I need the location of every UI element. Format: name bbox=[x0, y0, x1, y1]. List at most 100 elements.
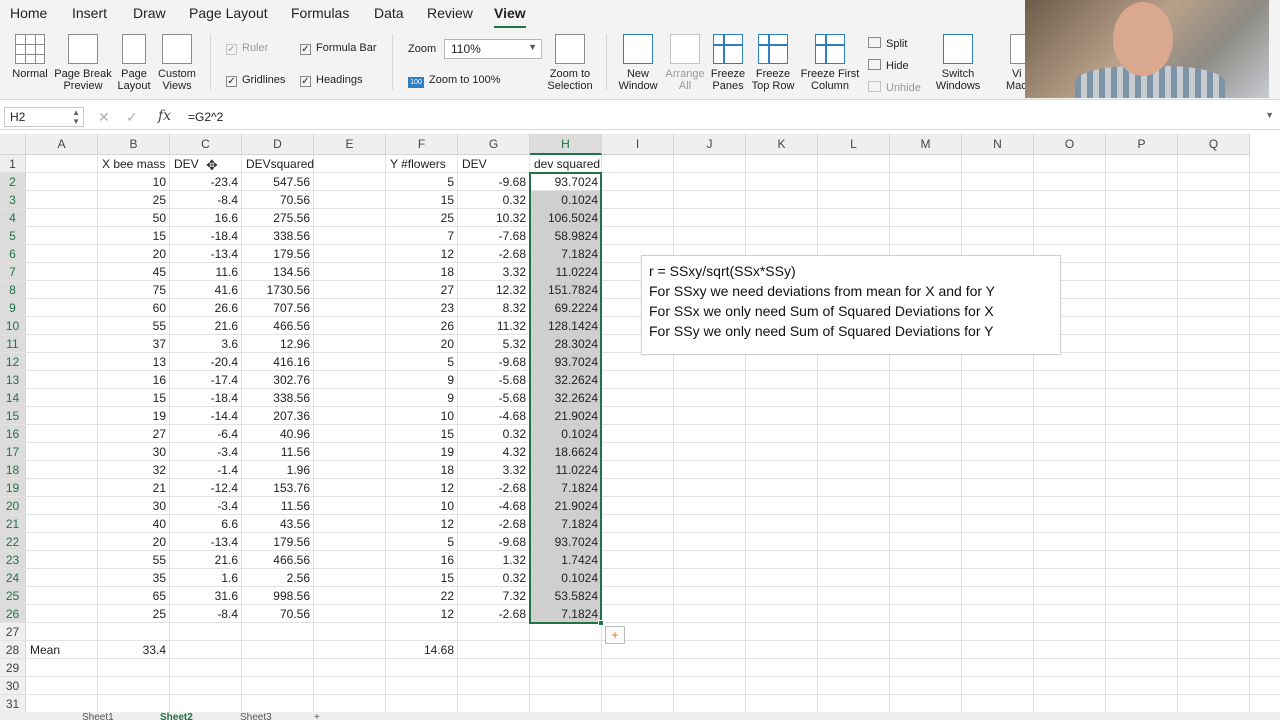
cell-d22[interactable]: 179.56 bbox=[242, 533, 314, 551]
hide-button[interactable]: Hide bbox=[868, 59, 909, 72]
row-header-11[interactable]: 11 bbox=[0, 335, 26, 353]
column-header-c[interactable]: C bbox=[170, 134, 242, 155]
cell-b19[interactable]: 21 bbox=[98, 479, 170, 497]
row-header-2[interactable]: 2 bbox=[0, 173, 26, 191]
column-header-h[interactable]: H bbox=[530, 134, 602, 155]
header-cell-f[interactable]: Y #flowers bbox=[386, 155, 458, 173]
cell-f17[interactable]: 19 bbox=[386, 443, 458, 461]
freeze-panes-button[interactable]: Freeze Panes bbox=[708, 34, 748, 92]
headings-checkbox[interactable]: ✓ Headings bbox=[300, 74, 362, 87]
cell-g26[interactable]: -2.68 bbox=[458, 605, 530, 623]
header-cell-d[interactable]: DEVsquared bbox=[242, 155, 314, 173]
custom-views-button[interactable]: Custom Views bbox=[156, 34, 198, 92]
cell-d11[interactable]: 12.96 bbox=[242, 335, 314, 353]
cell-c25[interactable]: 31.6 bbox=[170, 587, 242, 605]
cell-c17[interactable]: -3.4 bbox=[170, 443, 242, 461]
cell-b21[interactable]: 40 bbox=[98, 515, 170, 533]
cell-f3[interactable]: 15 bbox=[386, 191, 458, 209]
row-header-5[interactable]: 5 bbox=[0, 227, 26, 245]
row-header-7[interactable]: 7 bbox=[0, 263, 26, 281]
cell-g4[interactable]: 10.32 bbox=[458, 209, 530, 227]
cell-b11[interactable]: 37 bbox=[98, 335, 170, 353]
zoom-100-button[interactable]: 100 Zoom to 100% bbox=[408, 74, 501, 88]
cell-g6[interactable]: -2.68 bbox=[458, 245, 530, 263]
cell-d17[interactable]: 11.56 bbox=[242, 443, 314, 461]
cell-d21[interactable]: 43.56 bbox=[242, 515, 314, 533]
cell-g18[interactable]: 3.32 bbox=[458, 461, 530, 479]
macros-button[interactable]: Vi Mac bbox=[1000, 34, 1026, 92]
cell-d20[interactable]: 11.56 bbox=[242, 497, 314, 515]
fill-handle[interactable] bbox=[598, 620, 604, 626]
cell-c20[interactable]: -3.4 bbox=[170, 497, 242, 515]
cell-c23[interactable]: 21.6 bbox=[170, 551, 242, 569]
cell-g5[interactable]: -7.68 bbox=[458, 227, 530, 245]
cancel-icon[interactable]: ✕ bbox=[98, 109, 110, 126]
column-header-g[interactable]: G bbox=[458, 134, 530, 155]
cell-g9[interactable]: 8.32 bbox=[458, 299, 530, 317]
cell-b25[interactable]: 65 bbox=[98, 587, 170, 605]
normal-view-button[interactable]: Normal bbox=[8, 34, 52, 80]
cell-f9[interactable]: 23 bbox=[386, 299, 458, 317]
row-header-10[interactable]: 10 bbox=[0, 317, 26, 335]
freeze-top-row-button[interactable]: Freeze Top Row bbox=[750, 34, 796, 92]
cell-d3[interactable]: 70.56 bbox=[242, 191, 314, 209]
column-header-b[interactable]: B bbox=[98, 134, 170, 155]
cell-c16[interactable]: -6.4 bbox=[170, 425, 242, 443]
sheet-tab-sheet1[interactable]: Sheet1 bbox=[82, 713, 114, 723]
cell-g10[interactable]: 11.32 bbox=[458, 317, 530, 335]
tab-page-layout[interactable]: Page Layout bbox=[189, 5, 268, 21]
row-header-16[interactable]: 16 bbox=[0, 425, 26, 443]
column-header-e[interactable]: E bbox=[314, 134, 386, 155]
cell-c13[interactable]: -17.4 bbox=[170, 371, 242, 389]
cell-f7[interactable]: 18 bbox=[386, 263, 458, 281]
cell-b15[interactable]: 19 bbox=[98, 407, 170, 425]
column-header-l[interactable]: L bbox=[818, 134, 890, 155]
cell-d23[interactable]: 466.56 bbox=[242, 551, 314, 569]
formula-bar-checkbox[interactable]: ✓ Formula Bar bbox=[300, 42, 377, 55]
cell-c15[interactable]: -14.4 bbox=[170, 407, 242, 425]
split-button[interactable]: Split bbox=[868, 37, 907, 50]
cell-d6[interactable]: 179.56 bbox=[242, 245, 314, 263]
cell-c18[interactable]: -1.4 bbox=[170, 461, 242, 479]
cell-f23[interactable]: 16 bbox=[386, 551, 458, 569]
sheet-tab-sheet2[interactable]: Sheet2 bbox=[160, 713, 193, 723]
name-box[interactable]: H2 ▲ ▼ bbox=[4, 107, 84, 127]
cell-b24[interactable]: 35 bbox=[98, 569, 170, 587]
zoom-select[interactable]: 110% ▼ bbox=[444, 39, 542, 59]
cell-c12[interactable]: -20.4 bbox=[170, 353, 242, 371]
cell-b17[interactable]: 30 bbox=[98, 443, 170, 461]
mean-x-cell[interactable]: 33.4 bbox=[98, 641, 170, 659]
insert-function-icon[interactable]: fx bbox=[158, 108, 171, 124]
cell-g25[interactable]: 7.32 bbox=[458, 587, 530, 605]
cell-g12[interactable]: -9.68 bbox=[458, 353, 530, 371]
page-layout-view-button[interactable]: Page Layout bbox=[114, 34, 154, 92]
cell-g21[interactable]: -2.68 bbox=[458, 515, 530, 533]
cell-d25[interactable]: 998.56 bbox=[242, 587, 314, 605]
chevron-down-icon[interactable]: ▼ bbox=[1265, 110, 1274, 120]
cell-c8[interactable]: 41.6 bbox=[170, 281, 242, 299]
spreadsheet-grid[interactable]: ABCDEFGHIJKLMNOPQ 1 2 3 4 5 6 7 8 9 10 11 12 13 14 15 1… bbox=[0, 134, 1280, 720]
switch-windows-button[interactable]: Switch Windows bbox=[930, 34, 986, 92]
cell-g2[interactable]: -9.68 bbox=[458, 173, 530, 191]
cell-g16[interactable]: 0.32 bbox=[458, 425, 530, 443]
cell-f20[interactable]: 10 bbox=[386, 497, 458, 515]
header-cell-h[interactable]: dev squared bbox=[530, 155, 602, 173]
select-all-corner[interactable] bbox=[0, 134, 26, 155]
cell-c14[interactable]: -18.4 bbox=[170, 389, 242, 407]
column-header-i[interactable]: I bbox=[602, 134, 674, 155]
ruler-checkbox[interactable]: ✓ Ruler bbox=[226, 42, 268, 55]
header-cell-b[interactable]: X bee mass bbox=[98, 155, 170, 173]
cell-d15[interactable]: 207.36 bbox=[242, 407, 314, 425]
cell-b13[interactable]: 16 bbox=[98, 371, 170, 389]
cell-b16[interactable]: 27 bbox=[98, 425, 170, 443]
cell-c7[interactable]: 11.6 bbox=[170, 263, 242, 281]
mean-y-cell[interactable]: 14.68 bbox=[386, 641, 458, 659]
row-header-21[interactable]: 21 bbox=[0, 515, 26, 533]
column-header-p[interactable]: P bbox=[1106, 134, 1178, 155]
page-break-preview-button[interactable]: Page Break Preview bbox=[54, 34, 112, 92]
freeze-first-column-button[interactable]: Freeze First Column bbox=[798, 34, 862, 92]
cell-c26[interactable]: -8.4 bbox=[170, 605, 242, 623]
cell-f14[interactable]: 9 bbox=[386, 389, 458, 407]
enter-icon[interactable]: ✓ bbox=[126, 109, 138, 126]
cell-f26[interactable]: 12 bbox=[386, 605, 458, 623]
